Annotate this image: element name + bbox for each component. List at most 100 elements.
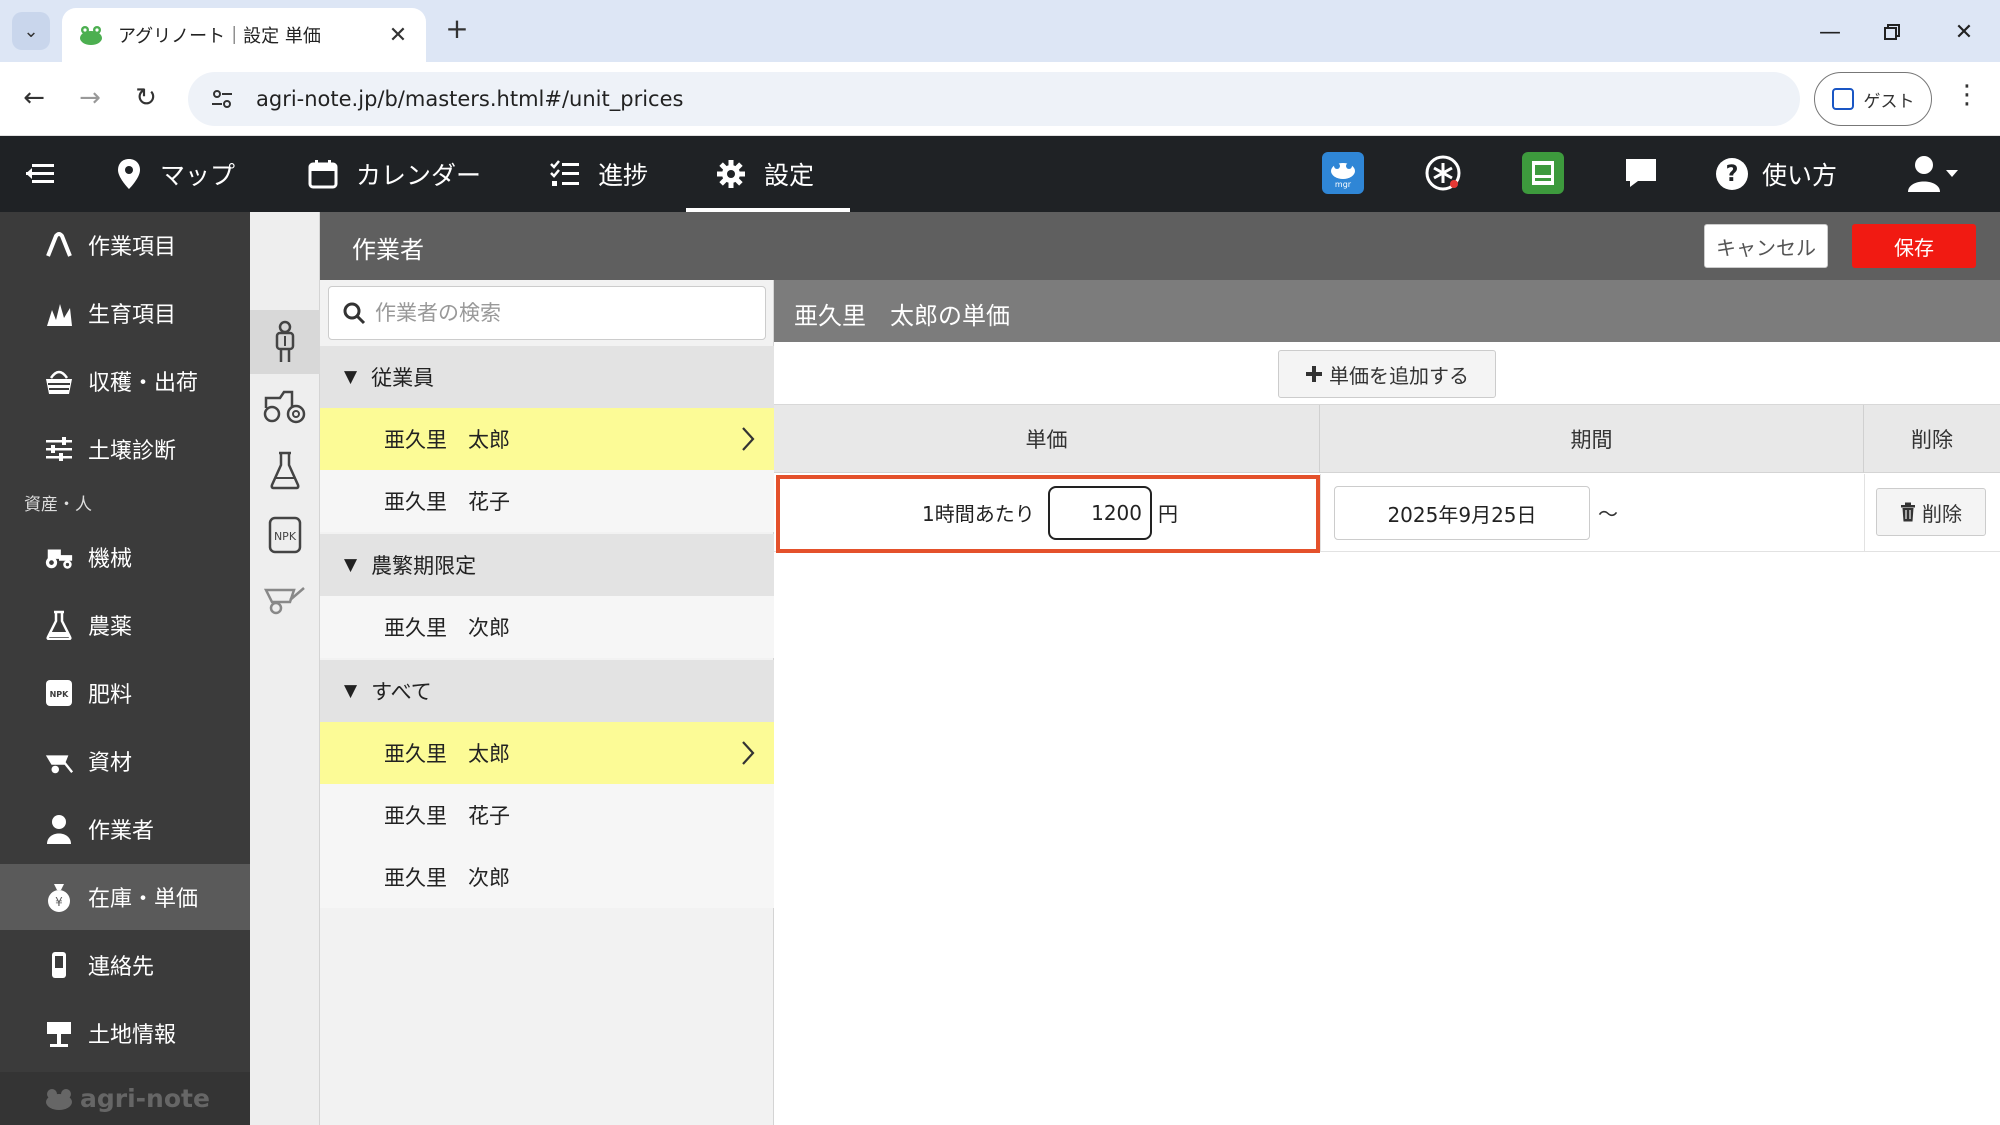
user-menu[interactable] bbox=[1906, 154, 1962, 194]
browser-tab-active[interactable]: アグリノート｜設定 単価 ✕ bbox=[62, 8, 426, 62]
collapse-triangle-icon: ▼ bbox=[344, 367, 358, 387]
forward-arrow-icon[interactable]: → bbox=[68, 76, 112, 120]
svg-text:NPK: NPK bbox=[50, 690, 70, 699]
browser-menu-icon[interactable]: ⋮ bbox=[1954, 80, 1980, 110]
sidebar-item-label: 収穫・出荷 bbox=[88, 371, 199, 396]
add-unit-price-button[interactable]: 単価を追加する bbox=[1278, 350, 1496, 398]
sidebar-item-label: 農薬 bbox=[88, 615, 133, 640]
worker-search-box[interactable] bbox=[328, 286, 766, 340]
sidebar-item-label: 作業項目 bbox=[88, 235, 177, 260]
signpost-icon bbox=[44, 1018, 74, 1048]
user-avatar-icon bbox=[1908, 156, 1958, 192]
worker-name: 亜久里 次郎 bbox=[384, 616, 510, 640]
restore-icon[interactable] bbox=[1872, 12, 1912, 52]
worker-name: 亜久里 次郎 bbox=[384, 866, 510, 890]
start-date-input[interactable] bbox=[1334, 486, 1590, 540]
mgr-icon[interactable]: mgr bbox=[1322, 152, 1364, 194]
sidebar-item-soil[interactable]: 土壌診断 bbox=[0, 416, 250, 482]
nav-progress[interactable]: 進捗 bbox=[550, 136, 648, 212]
address-bar[interactable]: agri-note.jp/b/masters.html#/unit_prices bbox=[188, 72, 1800, 126]
sidebar-item-label: 作業者 bbox=[88, 819, 155, 844]
delete-button[interactable]: 削除 bbox=[1876, 488, 1986, 536]
sidebar-item-label: 機械 bbox=[88, 547, 133, 572]
sidebar-item-growth-items[interactable]: 生育項目 bbox=[0, 280, 250, 346]
help-question-icon: ? bbox=[1716, 158, 1748, 190]
sidebar-item-label: 在庫・単価 bbox=[88, 887, 199, 912]
sidebar-item-fertilizer[interactable]: NPK 肥料 bbox=[0, 660, 250, 726]
nav-calendar[interactable]: カレンダー bbox=[308, 136, 481, 212]
phone-icon bbox=[44, 950, 74, 980]
column-header-period: 期間 bbox=[1320, 405, 1864, 473]
calendar-icon bbox=[308, 159, 338, 189]
sidebar-item-land[interactable]: 土地情報 bbox=[0, 1000, 250, 1066]
sidebar-item-materials[interactable]: 資材 bbox=[0, 728, 250, 794]
profile-button[interactable]: ゲスト bbox=[1814, 72, 1932, 126]
sidebar-toggle-icon[interactable] bbox=[22, 156, 58, 192]
sidebar-item-label: 連絡先 bbox=[88, 955, 155, 980]
frog-logo-icon bbox=[46, 1088, 72, 1110]
sidebar-item-contacts[interactable]: 連絡先 bbox=[0, 932, 250, 998]
sidebar-item-work-items[interactable]: 作業項目 bbox=[0, 212, 250, 278]
sidebar-item-machines[interactable]: 機械 bbox=[0, 524, 250, 590]
save-button[interactable]: 保存 bbox=[1852, 224, 1976, 268]
nav-map-label: マップ bbox=[160, 161, 236, 190]
tab-list-chevron-icon[interactable]: ⌄ bbox=[12, 12, 50, 50]
minimize-icon[interactable]: — bbox=[1810, 12, 1850, 52]
worker-search-input[interactable] bbox=[375, 301, 755, 325]
worker-row[interactable]: 亜久里 次郎 bbox=[320, 846, 774, 908]
sidebar-item-stock-price[interactable]: ¥ 在庫・単価 bbox=[0, 864, 250, 930]
url-text: agri-note.jp/b/masters.html#/unit_prices bbox=[256, 87, 684, 111]
group-header[interactable]: ▼ 従業員 bbox=[320, 346, 774, 408]
sidebar: 作業項目 生育項目 収穫・出荷 土壌診断 資産・人 機械 農薬 NPK 肥料 資… bbox=[0, 212, 250, 1125]
collapse-triangle-icon: ▼ bbox=[344, 555, 358, 575]
worker-row[interactable]: 亜久里 次郎 bbox=[320, 596, 774, 658]
new-tab-plus-icon[interactable]: + bbox=[442, 14, 472, 44]
money-bag-icon: ¥ bbox=[44, 882, 74, 912]
help-link[interactable]: ? 使い方 bbox=[1716, 136, 1837, 212]
category-machine-icon[interactable] bbox=[250, 374, 320, 438]
add-unit-price-label: 単価を追加する bbox=[1329, 363, 1469, 388]
sidebar-item-pesticides[interactable]: 農薬 bbox=[0, 592, 250, 658]
nav-map[interactable]: マップ bbox=[116, 136, 235, 212]
sidebar-item-harvest[interactable]: 収穫・出荷 bbox=[0, 348, 250, 414]
tab-close-icon[interactable]: ✕ bbox=[386, 23, 410, 48]
cancel-button[interactable]: キャンセル bbox=[1704, 224, 1828, 268]
soil-sliders-icon bbox=[44, 434, 74, 464]
chat-icon[interactable] bbox=[1620, 152, 1662, 194]
collapse-triangle-icon: ▼ bbox=[344, 681, 358, 701]
worker-row[interactable]: 亜久里 花子 bbox=[320, 470, 774, 532]
profile-label: ゲスト bbox=[1863, 91, 1915, 112]
logo-text: agri-note bbox=[80, 1084, 210, 1113]
category-icon-column: NPK bbox=[250, 212, 320, 1125]
worker-row[interactable]: 亜久里 太郎 bbox=[320, 408, 774, 470]
nav-settings[interactable]: 設定 bbox=[716, 136, 814, 212]
farm-record-icon[interactable] bbox=[1522, 152, 1564, 194]
unit-price-header: 亜久里 太郎の単価 bbox=[774, 280, 2000, 342]
column-divider bbox=[1864, 474, 1865, 552]
range-separator: 〜 bbox=[1598, 502, 1618, 526]
sidebar-item-workers[interactable]: 作業者 bbox=[0, 796, 250, 862]
category-pesticide-icon[interactable] bbox=[250, 438, 320, 502]
category-material-icon[interactable] bbox=[250, 566, 320, 630]
group-name: 従業員 bbox=[371, 366, 435, 390]
category-fertilizer-icon[interactable]: NPK bbox=[250, 502, 320, 566]
group-header[interactable]: ▼ 農繁期限定 bbox=[320, 534, 774, 596]
group-header[interactable]: ▼ すべて bbox=[320, 660, 774, 722]
highlight-annotation-box bbox=[776, 475, 1320, 553]
worker-row[interactable]: 亜久里 花子 bbox=[320, 784, 774, 846]
work-item-icon bbox=[44, 230, 74, 260]
service-icon[interactable] bbox=[1422, 152, 1464, 194]
back-arrow-icon[interactable]: ← bbox=[12, 76, 56, 120]
unit-price-title: 亜久里 太郎の単価 bbox=[794, 302, 1010, 330]
browser-tab-strip: ⌄ アグリノート｜設定 単価 ✕ + — ✕ bbox=[0, 0, 2000, 62]
worker-row[interactable]: 亜久里 太郎 bbox=[320, 722, 774, 784]
window-close-icon[interactable]: ✕ bbox=[1944, 12, 1984, 52]
site-info-icon[interactable] bbox=[208, 85, 236, 113]
category-worker-icon[interactable] bbox=[250, 310, 320, 374]
profile-icon bbox=[1831, 88, 1854, 110]
reload-icon[interactable]: ↻ bbox=[124, 76, 168, 120]
page-title: 作業者 bbox=[352, 236, 424, 264]
sidebar-item-label: 肥料 bbox=[88, 683, 133, 708]
page-title-bar: 作業者 キャンセル 保存 bbox=[320, 212, 2000, 280]
column-divider bbox=[1320, 474, 1321, 552]
